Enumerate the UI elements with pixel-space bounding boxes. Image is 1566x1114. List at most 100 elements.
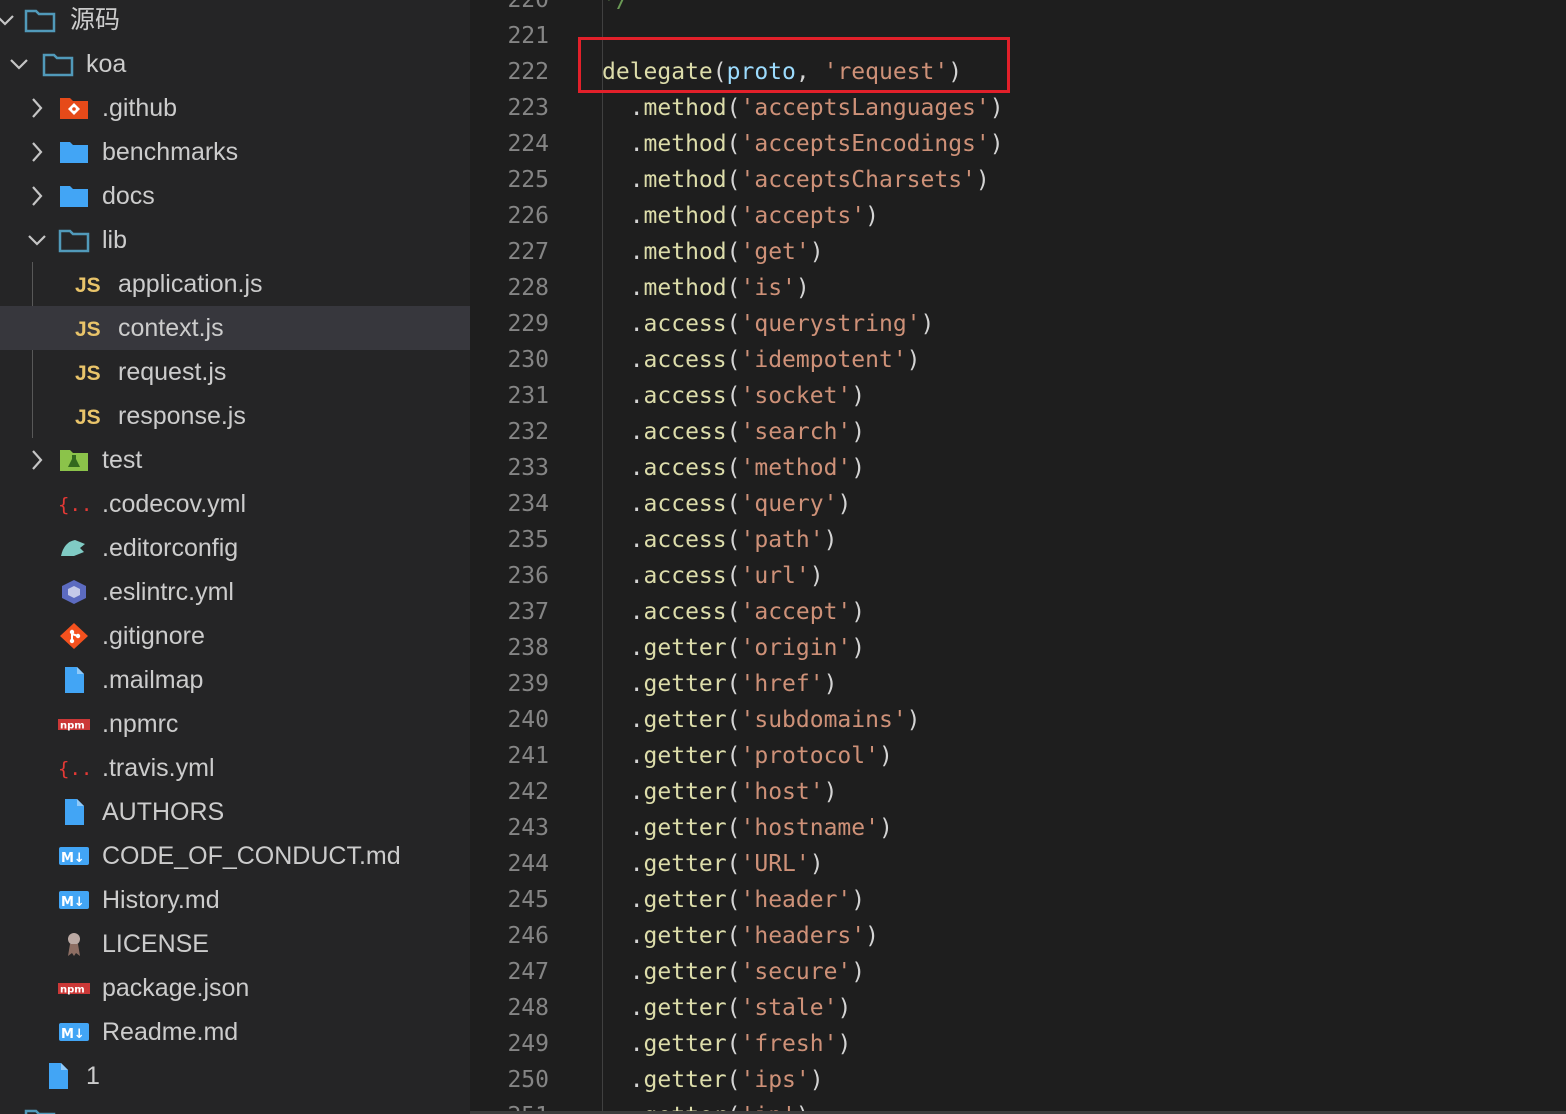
code-line[interactable]: 223 .method('acceptsLanguages') <box>470 90 1566 126</box>
code-token: access <box>643 563 727 589</box>
explorer-item[interactable]: JS context.js <box>0 306 470 350</box>
explorer-item-label: .travis.yml <box>102 754 215 782</box>
code-token: access <box>643 527 727 553</box>
code-token: getter <box>643 743 727 769</box>
svg-text:JS: JS <box>75 274 101 297</box>
code-line[interactable]: 240 .getter('subdomains') <box>470 702 1566 738</box>
code-line[interactable]: 243 .getter('hostname') <box>470 810 1566 846</box>
code-text: .getter('hostname') <box>602 810 893 846</box>
code-editor[interactable]: 220 */221 222 delegate(proto, 'request') 223… <box>470 0 1566 1114</box>
code-token: method <box>643 131 727 157</box>
code-line[interactable]: 236 .access('url') <box>470 558 1566 594</box>
code-line[interactable]: 233 .access('method') <box>470 450 1566 486</box>
explorer-item[interactable]: .editorconfig <box>0 526 470 570</box>
chevron-right-icon[interactable] <box>26 137 48 167</box>
code-line[interactable]: 245 .getter('header') <box>470 882 1566 918</box>
code-text: .getter('subdomains') <box>602 702 921 738</box>
folder-outline-icon <box>24 1106 56 1114</box>
code-token: 'method' <box>740 455 852 481</box>
explorer-item[interactable]: .mailmap <box>0 658 470 702</box>
code-line[interactable]: 242 .getter('host') <box>470 774 1566 810</box>
explorer-item[interactable]: JS response.js <box>0 394 470 438</box>
code-line[interactable]: 247 .getter('secure') <box>470 954 1566 990</box>
explorer-item-label: Readme.md <box>102 1018 239 1046</box>
file-explorer: 源码 koa .github benchmarks docs lib JS applicati… <box>0 0 470 1114</box>
code-text: .getter('host') <box>602 774 838 810</box>
explorer-item[interactable] <box>0 1098 470 1114</box>
explorer-item[interactable]: M↓ CODE_OF_CONDUCT.md <box>0 834 470 878</box>
code-line[interactable]: 250 .getter('ips') <box>470 1062 1566 1098</box>
code-line[interactable]: 238 .getter('origin') <box>470 630 1566 666</box>
explorer-item[interactable]: M↓ History.md <box>0 878 470 922</box>
code-line[interactable]: 234 .access('query') <box>470 486 1566 522</box>
explorer-item[interactable]: .gitignore <box>0 614 470 658</box>
code-text: .method('acceptsEncodings') <box>602 126 1004 162</box>
code-token: ) <box>851 419 866 445</box>
line-number: 224 <box>507 131 549 157</box>
code-line[interactable]: 232 .access('search') <box>470 414 1566 450</box>
explorer-item[interactable]: AUTHORS <box>0 790 470 834</box>
explorer-item-label: package.json <box>102 974 250 1002</box>
code-line[interactable]: 220 */ <box>470 0 1566 18</box>
explorer-item-label: .github <box>102 94 178 122</box>
explorer-item[interactable]: LICENSE <box>0 922 470 966</box>
explorer-item[interactable]: npm .npmrc <box>0 702 470 746</box>
explorer-item[interactable]: {..} .travis.yml <box>0 746 470 790</box>
code-token: 'host' <box>740 779 824 805</box>
code-line[interactable]: 235 .access('path') <box>470 522 1566 558</box>
js-file-icon: JS <box>74 402 106 430</box>
code-line[interactable]: 227 .method('get') <box>470 234 1566 270</box>
code-line[interactable]: 239 .getter('href') <box>470 666 1566 702</box>
explorer-item[interactable]: M↓ Readme.md <box>0 1010 470 1054</box>
markdown-icon: M↓ <box>58 1018 90 1046</box>
explorer-item[interactable]: test <box>0 438 470 482</box>
explorer-item[interactable]: JS request.js <box>0 350 470 394</box>
explorer-item[interactable]: benchmarks <box>0 130 470 174</box>
explorer-item-label: CODE_OF_CONDUCT.md <box>102 842 401 870</box>
chevron-right-icon[interactable] <box>26 445 48 475</box>
code-token: 'fresh' <box>740 1031 838 1057</box>
code-token: ( <box>726 491 741 517</box>
explorer-item[interactable]: JS application.js <box>0 262 470 306</box>
line-number: 226 <box>507 203 549 229</box>
code-text: .getter('protocol') <box>602 738 893 774</box>
explorer-item[interactable]: koa <box>0 42 470 86</box>
explorer-item[interactable]: 1 <box>0 1054 470 1098</box>
explorer-item[interactable]: docs <box>0 174 470 218</box>
code-token: . <box>602 455 644 481</box>
code-line[interactable]: 225 .method('acceptsCharsets') <box>470 162 1566 198</box>
explorer-item-label: request.js <box>118 358 227 386</box>
code-line[interactable]: 226 .method('accepts') <box>470 198 1566 234</box>
explorer-item[interactable]: .eslintrc.yml <box>0 570 470 614</box>
chevron-right-icon[interactable] <box>26 93 48 123</box>
code-line[interactable]: 248 .getter('stale') <box>470 990 1566 1026</box>
code-line[interactable]: 249 .getter('fresh') <box>470 1026 1566 1062</box>
explorer-item[interactable]: npm package.json <box>0 966 470 1010</box>
code-line[interactable]: 246 .getter('headers') <box>470 918 1566 954</box>
chevron-down-icon[interactable] <box>26 225 48 255</box>
code-token: access <box>643 347 727 373</box>
code-line[interactable]: 231 .access('socket') <box>470 378 1566 414</box>
code-token: ) <box>878 815 893 841</box>
chevron-down-icon[interactable] <box>8 49 30 79</box>
line-number: 245 <box>507 887 549 913</box>
code-text: .access('idempotent') <box>602 342 921 378</box>
line-number: 250 <box>507 1067 549 1093</box>
code-line[interactable]: 241 .getter('protocol') <box>470 738 1566 774</box>
explorer-item[interactable]: {..} .codecov.yml <box>0 482 470 526</box>
explorer-item[interactable]: .github <box>0 86 470 130</box>
code-line[interactable]: 230 .access('idempotent') <box>470 342 1566 378</box>
explorer-item[interactable]: lib <box>0 218 470 262</box>
code-line[interactable]: 224 .method('acceptsEncodings') <box>470 126 1566 162</box>
code-line[interactable]: 228 .method('is') <box>470 270 1566 306</box>
highlight-annotation-box <box>578 37 1010 93</box>
code-token: . <box>602 815 644 841</box>
line-number: 235 <box>507 527 549 553</box>
code-line[interactable]: 229 .access('querystring') <box>470 306 1566 342</box>
explorer-item[interactable]: 源码 <box>0 0 470 42</box>
code-token: 'accept' <box>740 599 852 625</box>
code-line[interactable]: 244 .getter('URL') <box>470 846 1566 882</box>
chevron-down-icon[interactable] <box>0 5 16 35</box>
code-line[interactable]: 237 .access('accept') <box>470 594 1566 630</box>
chevron-right-icon[interactable] <box>26 181 48 211</box>
